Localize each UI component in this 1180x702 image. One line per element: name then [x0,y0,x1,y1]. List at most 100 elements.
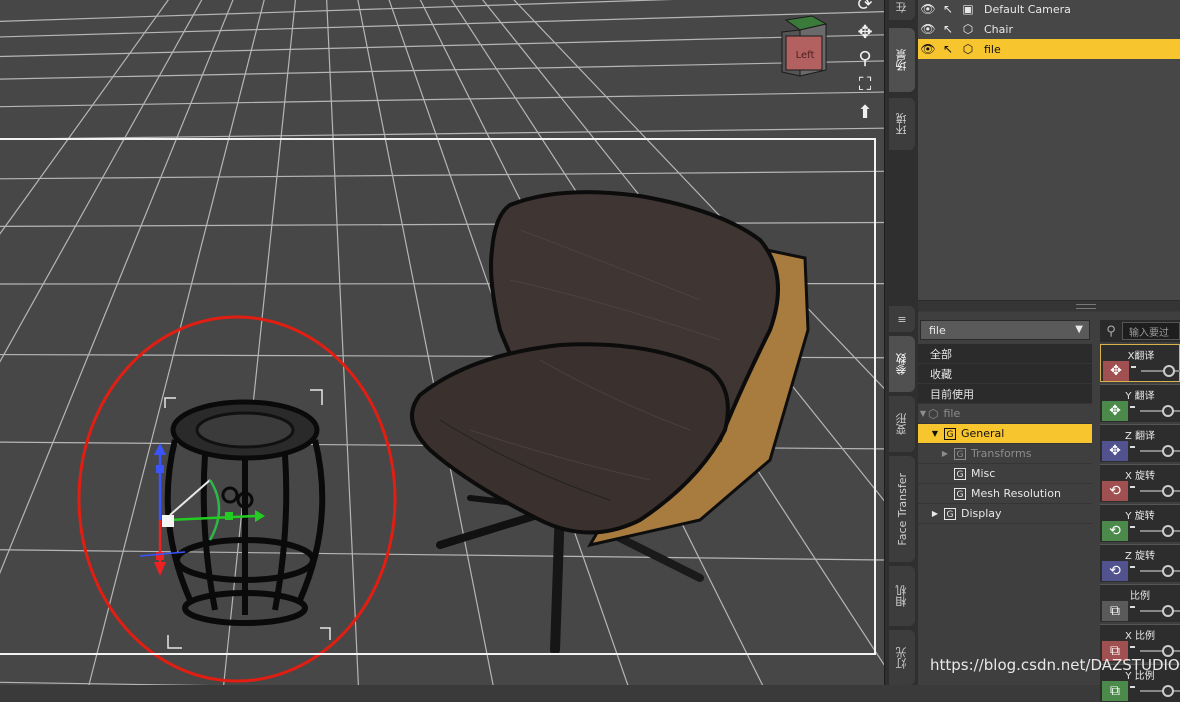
selectable-pointer-icon[interactable]: ↖ [938,42,958,56]
decrement-icon[interactable] [1130,446,1135,448]
slider-control[interactable]: ⧉ [1102,681,1180,701]
orbit-icon[interactable]: ⟳ [852,0,878,16]
property-label: Y 旋转 [1100,507,1180,522]
selectable-pointer-icon[interactable]: ↖ [938,22,958,36]
scene-item-default-camera[interactable]: 👁 ↖ ▣ Default Camera [918,0,1180,19]
scene-item-chair[interactable]: 👁 ↖ ⬡ Chair [918,19,1180,39]
group-icon: G [944,428,956,440]
slider-control[interactable]: ⧉ [1102,601,1180,621]
tree-group-mesh-resolution[interactable]: G Mesh Resolution [918,484,1092,504]
property-label: Z 旋转 [1100,547,1180,562]
reset-icon[interactable]: ⬆ [852,100,878,124]
slider-knob[interactable] [1162,565,1174,577]
group-icon: G [944,508,956,520]
scene-item-file[interactable]: 👁 ↖ ⬡ file [918,39,1180,59]
viewport-3d[interactable]: Left ⟳ ✥ ⚲ ⛶ ⬆ [0,0,884,685]
decrement-icon[interactable] [1130,566,1135,568]
tree-group-misc[interactable]: G Misc [918,464,1092,484]
slider-control[interactable]: ⟲ [1102,561,1180,581]
expand-arrow-icon[interactable]: ▶ [940,449,950,458]
view-cube[interactable]: Left [774,14,830,80]
tree-root-file[interactable]: ▼ ⬡ file [918,404,1092,424]
slider-track[interactable] [1140,450,1180,452]
property-slider[interactable]: X翻译✥ [1100,344,1180,382]
property-slider[interactable]: Z 旋转⟲ [1100,544,1180,582]
node-selector-dropdown[interactable]: file ▼ [920,320,1090,340]
slider-knob[interactable] [1162,525,1174,537]
slider-track[interactable] [1140,690,1180,692]
search-input[interactable]: 输入要过 [1122,322,1180,340]
decrement-icon[interactable] [1130,646,1135,648]
slider-track[interactable] [1140,410,1180,412]
property-label: X 比例 [1100,627,1180,642]
selectable-pointer-icon[interactable]: ↖ [938,2,958,16]
zoom-icon[interactable]: ⚲ [852,46,878,70]
decrement-icon[interactable] [1131,366,1136,368]
tree-group-transforms[interactable]: ▶ G Transforms [918,444,1092,464]
property-slider[interactable]: X 旋转⟲ [1100,464,1180,502]
property-label: 比例 [1100,587,1180,602]
scene-canvas[interactable] [0,0,884,685]
property-type-icon: ⧉ [1102,681,1128,701]
decrement-icon[interactable] [1130,486,1135,488]
object-icon: ⬡ [928,407,938,421]
slider-control[interactable]: ✥ [1102,441,1180,461]
filter-currently-used[interactable]: 目前使用 [918,384,1092,404]
panel-menu-icon[interactable]: ≡ [889,306,915,332]
expand-arrow-icon[interactable]: ▶ [930,509,940,518]
property-type-icon: ✥ [1102,401,1128,421]
visibility-eye-icon[interactable]: 👁 [918,2,938,16]
property-slider[interactable]: 比例⧉ [1100,584,1180,622]
tree-group-display[interactable]: ▶ G Display [918,504,1092,524]
slider-knob[interactable] [1162,605,1174,617]
tab-environment[interactable]: 环境 [889,98,915,150]
frame-icon[interactable]: ⛶ [852,72,878,96]
property-slider[interactable]: Y 旋转⟲ [1100,504,1180,542]
object-icon: ⬡ [958,42,978,56]
slider-control[interactable]: ✥ [1102,401,1180,421]
filter-all[interactable]: 全部 [918,344,1092,364]
slider-track[interactable] [1140,490,1180,492]
tab-lights[interactable]: 灯光 [889,630,915,685]
slider-track[interactable] [1140,530,1180,532]
panel-splitter[interactable] [918,300,1180,311]
tree-group-general[interactable]: ▼ G General [918,424,1092,444]
slider-knob[interactable] [1162,685,1174,697]
property-group-tree: 全部 收藏 目前使用 ▼ ⬡ file ▼ G General ▶ G Tran… [918,344,1092,524]
decrement-icon[interactable] [1130,686,1135,688]
slider-control[interactable]: ⟲ [1102,521,1180,541]
slider-control[interactable]: ⟲ [1102,481,1180,501]
scene-item-label: Chair [984,23,1013,36]
side-tab-strip: 在 场景 环境 ≡ 参数 变形 Face Transfer 相机 灯光 [884,0,919,685]
slider-track[interactable] [1140,610,1180,612]
filter-favorites[interactable]: 收藏 [918,364,1092,384]
tab-cameras[interactable]: 相机 [889,566,915,626]
slider-control[interactable]: ✥ [1103,361,1180,381]
property-search: ⚲ 输入要过 [1100,320,1180,342]
decrement-icon[interactable] [1130,406,1135,408]
slider-knob[interactable] [1162,445,1174,457]
property-slider[interactable]: Y 翻译✥ [1100,384,1180,422]
slider-knob[interactable] [1163,365,1175,377]
pan-icon[interactable]: ✥ [852,20,878,44]
visibility-eye-icon[interactable]: 👁 [918,42,938,56]
camera-icon: ▣ [958,2,978,16]
slider-knob[interactable] [1162,485,1174,497]
decrement-icon[interactable] [1130,526,1135,528]
slider-knob[interactable] [1162,405,1174,417]
tab-shaping[interactable]: 变形 [889,396,915,452]
property-label: Z 翻译 [1100,427,1180,442]
decrement-icon[interactable] [1130,606,1135,608]
slider-track[interactable] [1140,650,1180,652]
tab-top[interactable]: 在 [889,0,915,20]
tab-scene[interactable]: 场景 [889,28,915,92]
property-slider[interactable]: Z 翻译✥ [1100,424,1180,462]
tab-parameters[interactable]: 参数 [889,336,915,392]
property-label: X翻译 [1101,347,1180,362]
expand-arrow-icon[interactable]: ▼ [930,429,940,438]
slider-track[interactable] [1140,570,1180,572]
group-icon: G [954,488,966,500]
expand-arrow-icon[interactable]: ▼ [918,409,928,418]
tab-face-transfer[interactable]: Face Transfer [889,456,915,562]
visibility-eye-icon[interactable]: 👁 [918,22,938,36]
